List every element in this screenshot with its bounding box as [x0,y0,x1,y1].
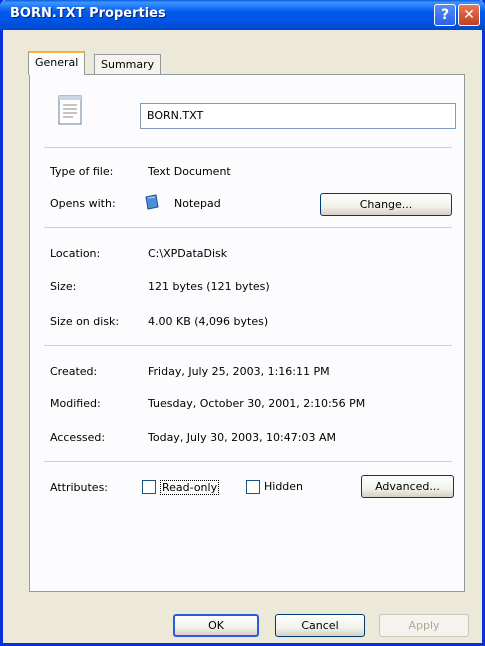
hidden-checkbox[interactable] [246,480,260,494]
size-on-disk-label: Size on disk: [50,315,120,328]
ok-button[interactable]: OK [173,614,259,637]
general-panel: BORN.TXT Type of file: Text Document Ope… [29,74,465,592]
attributes-label: Attributes: [50,481,109,494]
read-only-label[interactable]: Read-only [160,480,220,495]
accessed-label: Accessed: [50,431,106,444]
change-button[interactable]: Change... [320,193,452,216]
notepad-icon [144,194,160,213]
created-label: Created: [50,365,98,378]
tab-summary[interactable]: Summary [94,54,162,76]
properties-window: BORN.TXT Properties ? ✕ General Summary … [0,0,485,646]
change-button-label: Change... [359,198,413,211]
title-bar[interactable]: BORN.TXT Properties ? ✕ [0,0,485,30]
size-label: Size: [50,280,77,293]
cancel-button[interactable]: Cancel [275,614,365,637]
read-only-checkbox[interactable] [142,480,156,494]
type-label: Type of file: [50,165,114,178]
opens-label: Opens with: [50,197,116,210]
divider [44,147,452,148]
tab-summary-label: Summary [101,58,155,71]
hidden-label[interactable]: Hidden [264,480,303,493]
tab-general[interactable]: General [28,51,86,75]
apply-button-label: Apply [408,619,440,632]
modified-value: Tuesday, October 30, 2001, 2:10:56 PM [148,397,366,410]
help-icon[interactable]: ? [434,4,456,26]
created-value: Friday, July 25, 2003, 1:16:11 PM [148,365,330,378]
advanced-button-label: Advanced... [375,480,440,493]
type-value: Text Document [148,165,231,178]
advanced-button[interactable]: Advanced... [361,475,454,498]
text-file-icon [58,95,82,128]
opens-value: Notepad [174,197,221,210]
divider [44,227,452,228]
close-icon[interactable]: ✕ [458,4,480,26]
file-name-value: BORN.TXT [147,109,204,122]
apply-button[interactable]: Apply [379,614,469,637]
ok-button-label: OK [208,619,224,632]
size-value: 121 bytes (121 bytes) [148,280,270,293]
accessed-value: Today, July 30, 2003, 10:47:03 AM [148,431,336,444]
tab-general-label: General [35,56,79,69]
divider [44,461,452,462]
location-label: Location: [50,247,101,260]
window-title: BORN.TXT Properties [10,6,166,21]
location-value: C:\XPDataDisk [148,247,228,260]
file-name-field[interactable]: BORN.TXT [140,103,456,129]
cancel-button-label: Cancel [301,619,339,632]
size-on-disk-value: 4.00 KB (4,096 bytes) [148,315,269,328]
divider [44,345,452,346]
modified-label: Modified: [50,397,101,410]
